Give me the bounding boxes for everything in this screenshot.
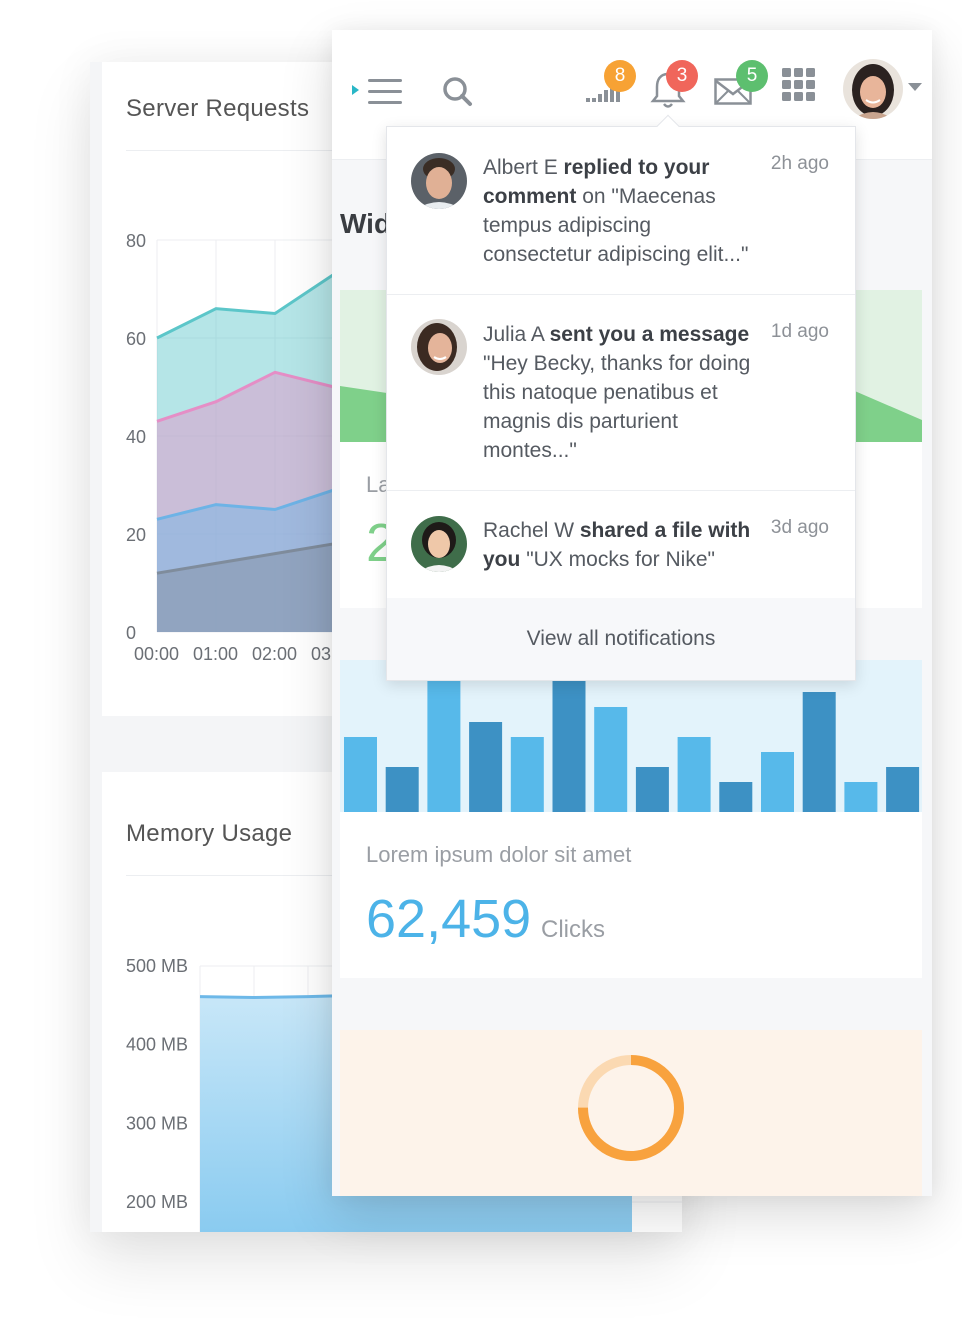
notification-item[interactable]: Albert E replied to your comment on "Mae… <box>387 127 855 295</box>
x-tick-label: 03 <box>311 644 331 664</box>
clicks-unit: Clicks <box>541 916 605 943</box>
notification-text: Albert E replied to your comment on "Mae… <box>483 153 763 269</box>
clicks-value: 62,459 <box>366 889 532 949</box>
notification-item[interactable]: Julia A sent you a message "Hey Becky, t… <box>387 295 855 491</box>
avatar <box>411 153 467 209</box>
clicks-widget-card: Lorem ipsum dolor sit amet 62,459 Clicks <box>340 660 922 978</box>
bar <box>344 737 377 812</box>
x-tick-label: 01:00 <box>193 644 238 664</box>
y-tick-label: 80 <box>126 231 146 251</box>
widgets-title: Wid <box>340 208 392 239</box>
notification-count-badge: 3 <box>666 60 698 92</box>
x-tick-label: 00:00 <box>134 644 179 664</box>
bar <box>761 752 794 812</box>
bar <box>510 737 544 812</box>
notification-time: 2h ago <box>770 153 829 174</box>
hamburger-menu-icon[interactable] <box>352 76 404 108</box>
bar <box>427 677 461 812</box>
notification-sender: Rachel W <box>483 519 575 542</box>
bar <box>385 767 419 812</box>
notification-text: Julia A sent you a message "Hey Becky, t… <box>483 320 763 465</box>
bar <box>469 722 503 812</box>
bar <box>886 767 920 812</box>
bar <box>594 707 628 812</box>
progress-ring <box>578 1055 684 1161</box>
y-tick-label: 400 MB <box>126 1035 188 1055</box>
y-tick-label: 60 <box>126 329 146 349</box>
bar <box>552 677 586 812</box>
notification-action: sent you a message <box>549 323 750 346</box>
bar <box>677 737 711 812</box>
progress-widget-card <box>340 1030 922 1196</box>
y-tick-label: 200 MB <box>126 1192 188 1212</box>
message-count-badge: 5 <box>736 60 768 92</box>
clicks-card-label: Lorem ipsum dolor sit amet <box>366 842 632 867</box>
y-tick-label: 500 MB <box>126 956 188 976</box>
view-all-notifications-link[interactable]: View all notifications <box>387 598 855 680</box>
avatar <box>411 516 467 572</box>
notification-item[interactable]: Rachel W shared a file with you "UX mock… <box>387 491 855 601</box>
notification-message: "UX mocks for Nike" <box>526 548 715 571</box>
search-icon[interactable] <box>442 76 474 108</box>
y-tick-label: 20 <box>126 525 146 545</box>
notification-sender: Julia A <box>483 323 544 346</box>
notifications-dropdown: Albert E replied to your comment on "Mae… <box>386 114 856 681</box>
y-tick-label: 40 <box>126 427 146 447</box>
bar <box>802 692 836 812</box>
signal-count-badge: 8 <box>604 60 636 92</box>
avatar <box>411 319 467 375</box>
chevron-down-icon[interactable] <box>908 82 922 92</box>
bar <box>635 767 669 812</box>
notification-time: 1d ago <box>770 321 829 342</box>
bar <box>844 782 878 812</box>
bar <box>719 782 753 812</box>
server-requests-title: Server Requests <box>126 95 310 122</box>
notification-sender: Albert E <box>483 156 558 179</box>
x-tick-label: 02:00 <box>252 644 297 664</box>
apps-grid-icon[interactable] <box>782 68 816 102</box>
notification-time: 3d ago <box>770 517 829 538</box>
memory-usage-title: Memory Usage <box>126 820 293 847</box>
notification-text: Rachel W shared a file with you "UX mock… <box>483 516 763 574</box>
notification-message: "Hey Becky, thanks for doing this natoqu… <box>483 352 751 462</box>
y-tick-label: 300 MB <box>126 1113 188 1133</box>
y-tick-label: 0 <box>126 623 136 643</box>
user-avatar[interactable] <box>842 58 904 120</box>
clicks-bar-chart <box>340 660 922 812</box>
